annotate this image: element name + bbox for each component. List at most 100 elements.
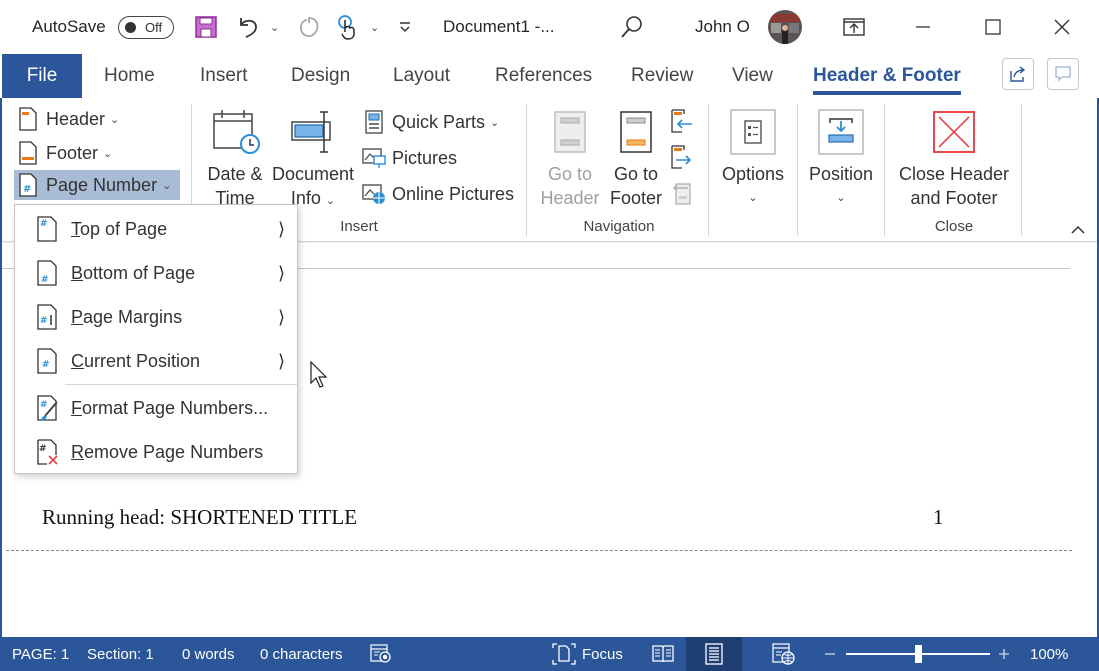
document-info-icon [291, 111, 331, 153]
online-pictures-label: Online Pictures [392, 183, 515, 204]
quick-parts-button[interactable]: Quick Parts ⌄ [362, 107, 499, 137]
page-number-button[interactable]: # Page Number ⌄ [14, 170, 180, 200]
touch-mode-dropdown-icon[interactable]: ⌄ [370, 21, 379, 34]
date-time-button[interactable]: Date & Time [204, 104, 266, 210]
zoom-out-button[interactable] [824, 637, 836, 671]
tab-design[interactable]: Design [291, 54, 350, 98]
options-button[interactable]: Options ⌄ [720, 104, 786, 210]
zoom-in-button[interactable] [998, 637, 1010, 671]
comments-button[interactable] [1047, 58, 1079, 90]
search-button[interactable] [619, 0, 643, 54]
next-section-button[interactable] [670, 144, 694, 175]
bottom-of-page-icon: # [37, 260, 57, 286]
go-to-header-button[interactable]: Go to Header [538, 104, 602, 210]
avatar[interactable] [767, 0, 803, 54]
share-button[interactable] [1002, 58, 1034, 90]
close-window-button[interactable] [1032, 0, 1092, 54]
go-to-footer-icon [620, 111, 652, 153]
position-button[interactable]: Position ⌄ [808, 104, 874, 210]
page-number-menu: # Top of Page ⟩ # Bottom of Page ⟩ # Pag… [14, 204, 298, 474]
link-to-previous-icon [673, 183, 691, 205]
zoom-slider-thumb[interactable] [915, 645, 922, 663]
close-header-footer-label-1: Close Header [898, 164, 1010, 184]
tab-file[interactable]: File [2, 54, 82, 98]
autosave-toggle[interactable]: Off [118, 0, 174, 54]
close-icon [1054, 19, 1070, 35]
pictures-icon [362, 148, 386, 168]
go-to-footer-button[interactable]: Go to Footer [604, 104, 668, 210]
chevron-down-icon: ⌄ [325, 195, 336, 207]
page-indicator[interactable]: PAGE: 1 [12, 637, 69, 671]
tab-view[interactable]: View [732, 54, 773, 98]
web-layout-button[interactable] [772, 637, 796, 671]
group-label-close: Close [934, 218, 974, 235]
ribbon-tabs: File Home Insert Design Layout Reference… [0, 54, 1099, 98]
zoom-level[interactable]: 100% [1030, 637, 1068, 671]
tab-review[interactable]: Review [631, 54, 693, 98]
link-to-previous-button[interactable] [670, 180, 694, 211]
collapse-ribbon-button[interactable] [1071, 222, 1085, 240]
menu-item-remove-page-numbers[interactable]: # Remove Page Numbers [15, 430, 297, 474]
undo-button[interactable]: ⌄ [236, 0, 279, 54]
online-pictures-button[interactable]: Online Pictures [362, 179, 514, 209]
tab-home[interactable]: Home [104, 54, 155, 98]
read-mode-icon [652, 645, 674, 663]
read-mode-button[interactable] [652, 637, 674, 671]
redo-button[interactable] [296, 0, 322, 54]
character-count[interactable]: 0 characters [260, 637, 343, 671]
title-bar: AutoSave Off ⌄ ⌄ Document1 -... John O [0, 0, 1099, 54]
header-button[interactable]: Header ⌄ [16, 104, 176, 134]
close-header-footer-button[interactable]: Close Header and Footer [896, 104, 1012, 210]
tab-header-footer[interactable]: Header & Footer [813, 54, 961, 98]
menu-item-text: urrent Position [84, 350, 201, 371]
touch-mode-button[interactable]: ⌄ [336, 0, 379, 54]
header-boundary-line [6, 550, 1072, 551]
quick-parts-label: Quick Parts [392, 111, 486, 132]
user-name[interactable]: John O [695, 0, 750, 54]
autosave-state: Off [145, 19, 163, 35]
options-icon [730, 109, 776, 155]
minimize-button[interactable] [893, 0, 953, 54]
accelerator-key: P [71, 306, 84, 327]
document-info-button[interactable]: Document Info ⌄ [270, 104, 356, 213]
undo-dropdown-icon[interactable]: ⌄ [270, 21, 279, 34]
pictures-label: Pictures [392, 147, 458, 168]
svg-text:#: # [40, 316, 48, 326]
autosave-label: AutoSave [32, 17, 106, 36]
macro-recording-button[interactable] [370, 637, 392, 671]
document-title: Document1 -... [443, 17, 555, 36]
previous-section-button[interactable] [670, 108, 694, 139]
macro-recording-icon [370, 644, 391, 663]
chevron-up-icon [1071, 225, 1085, 234]
customize-qat-button[interactable] [398, 0, 412, 54]
focus-mode-button[interactable]: Focus [552, 637, 623, 671]
page-number-label: Page Number [46, 174, 158, 195]
save-button[interactable] [194, 0, 218, 54]
menu-item-top-of-page[interactable]: # Top of Page ⟩ [15, 207, 297, 251]
tab-layout[interactable]: Layout [393, 54, 450, 98]
group-separator [1021, 104, 1022, 236]
menu-item-text: ormat Page Numbers... [82, 397, 269, 418]
pictures-button[interactable]: Pictures [362, 143, 457, 173]
share-icon [1010, 66, 1026, 82]
menu-item-page-margins[interactable]: # Page Margins ⟩ [15, 295, 297, 339]
menu-item-format-page-numbers[interactable]: # Format Page Numbers... [15, 386, 297, 430]
tab-insert[interactable]: Insert [200, 54, 248, 98]
comments-icon [1055, 66, 1071, 82]
menu-item-current-position[interactable]: # Current Position ⟩ [15, 339, 297, 383]
print-layout-button[interactable] [686, 637, 742, 671]
focus-label: Focus [582, 645, 623, 663]
section-indicator[interactable]: Section: 1 [87, 637, 154, 671]
svg-text:#: # [41, 275, 49, 285]
menu-item-bottom-of-page[interactable]: # Bottom of Page ⟩ [15, 251, 297, 295]
menu-item-text: emove Page Numbers [84, 441, 264, 462]
word-count[interactable]: 0 words [182, 637, 235, 671]
tab-references[interactable]: References [495, 54, 592, 98]
footer-button[interactable]: Footer ⌄ [16, 138, 176, 168]
header-page-number[interactable]: 1 [933, 505, 944, 530]
running-head-text[interactable]: Running head: SHORTENED TITLE [42, 505, 357, 530]
menu-separator [65, 384, 297, 385]
maximize-button[interactable] [963, 0, 1023, 54]
ribbon-display-options-button[interactable] [824, 0, 884, 54]
accelerator-key: F [71, 397, 82, 418]
